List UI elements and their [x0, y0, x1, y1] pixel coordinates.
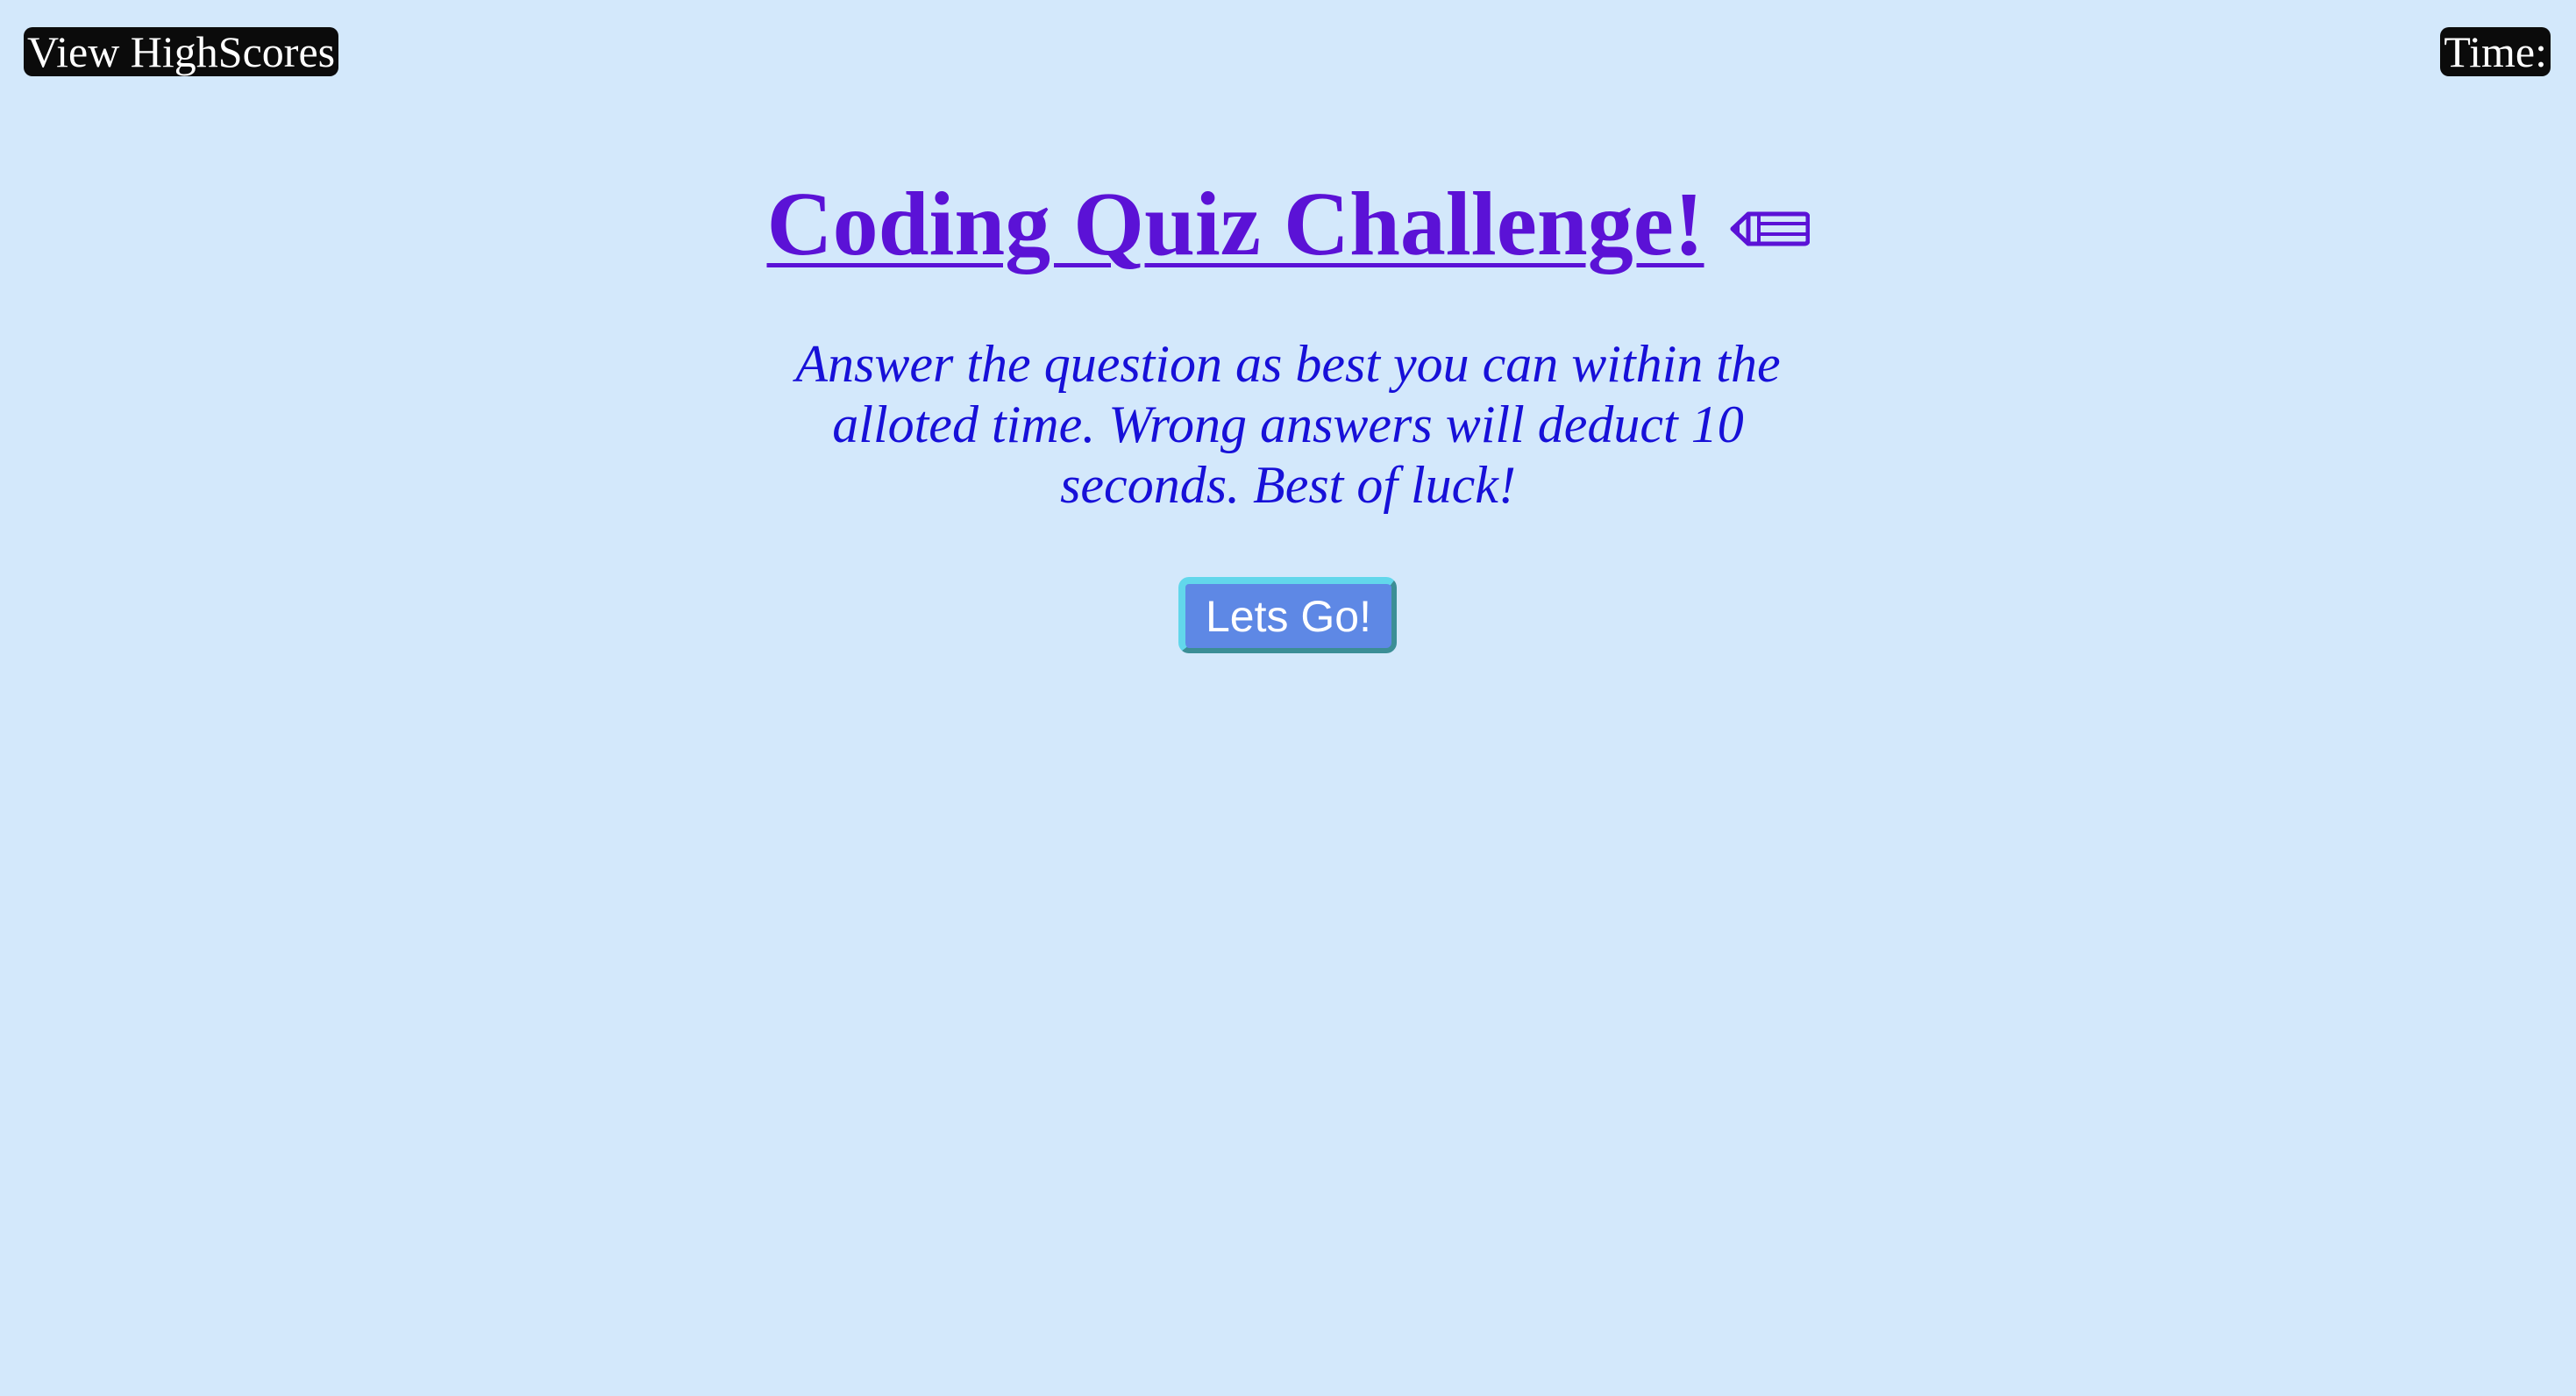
pencil-icon	[1730, 211, 1810, 246]
quiz-instructions: Answer the question as best you can with…	[795, 335, 1781, 514]
page-title-text: Coding Quiz Challenge!	[766, 174, 1704, 274]
view-highscores-link[interactable]: View HighScores	[24, 27, 339, 76]
timer-display: Time:	[2440, 27, 2551, 76]
start-quiz-button[interactable]: Lets Go!	[1178, 577, 1397, 653]
page-title: Coding Quiz Challenge!	[0, 167, 2576, 281]
